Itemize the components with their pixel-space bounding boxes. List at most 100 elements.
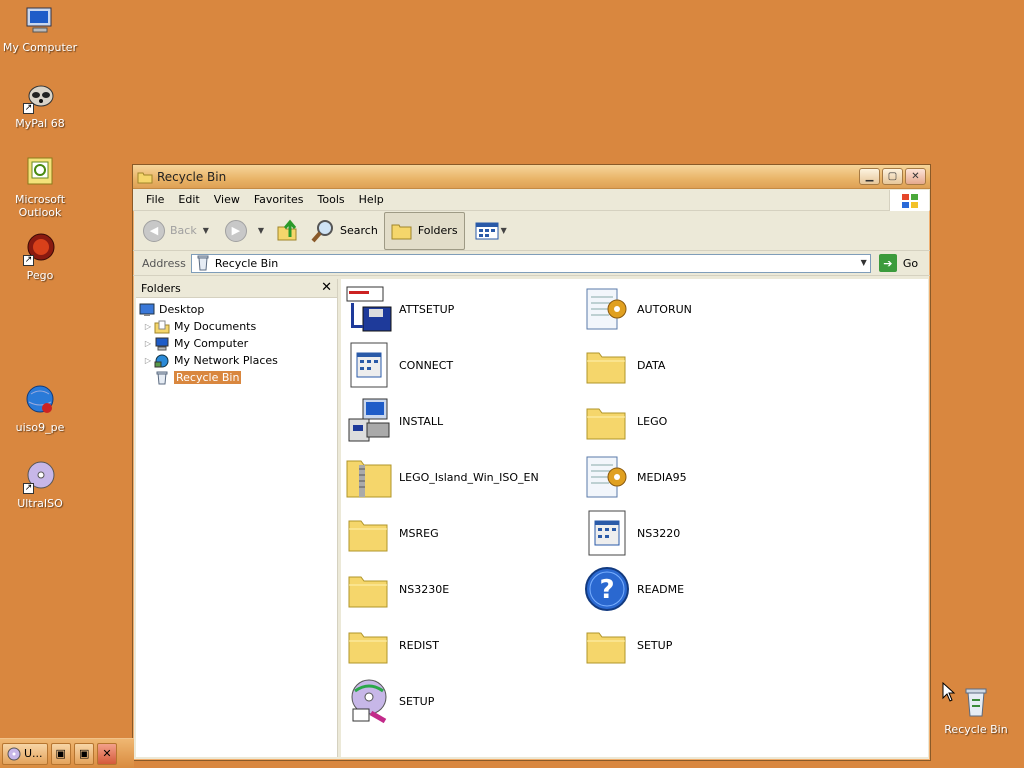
search-button[interactable]: Search xyxy=(310,218,378,244)
chevron-down-icon[interactable]: ▼ xyxy=(203,226,209,235)
close-icon: ✕ xyxy=(911,171,920,182)
shortcut-arrow-icon: ↗ xyxy=(23,103,34,114)
file-item-readme[interactable]: ? README xyxy=(583,563,813,615)
file-name: SETUP xyxy=(637,638,673,652)
my-documents-icon xyxy=(154,320,170,333)
svg-text:?: ? xyxy=(599,575,614,605)
window-title: Recycle Bin xyxy=(157,169,227,184)
file-item-setup-folder[interactable]: SETUP xyxy=(583,619,813,671)
file-item-connect[interactable]: CONNECT xyxy=(345,339,575,391)
desktop-icon-outlook[interactable]: Microsoft Outlook xyxy=(0,156,80,219)
desktop-icon-pego[interactable]: ↗ Pego xyxy=(0,232,80,282)
file-name: NS3220 xyxy=(637,526,681,540)
desktop-icon-ultraiso[interactable]: ↗ UltraISO xyxy=(0,460,80,510)
globe-icon xyxy=(23,384,57,418)
file-name: ATTSETUP xyxy=(399,302,455,316)
go-button[interactable]: ➔ Go xyxy=(878,254,919,272)
views-button[interactable]: ▼ xyxy=(475,221,507,241)
file-item-attsetup[interactable]: ATTSETUP xyxy=(345,283,575,335)
menu-file[interactable]: File xyxy=(139,191,171,208)
taskbar-app-label: U... xyxy=(24,747,43,760)
network-places-icon xyxy=(154,354,169,367)
expand-icon[interactable]: ▷ xyxy=(142,356,154,365)
desktop-icon-mypal[interactable]: ↗ MyPal 68 xyxy=(0,80,80,130)
taskbar-close-button[interactable]: ✕ xyxy=(97,742,117,765)
desktop-icon-label: uiso9_pe xyxy=(15,421,65,434)
taskbar-window-button[interactable]: ▣ xyxy=(50,742,71,765)
file-list: ATTSETUP AUTORUN CONNECT DATA INSTALL LE… xyxy=(341,279,928,757)
my-computer-icon xyxy=(23,4,57,38)
tree-item-my-documents[interactable]: ▷ My Documents xyxy=(136,318,337,335)
tree-item-label: Recycle Bin xyxy=(174,371,242,384)
expand-icon[interactable]: ▷ xyxy=(142,322,154,331)
expand-icon[interactable]: ▷ xyxy=(142,339,154,348)
tree-item-my-computer[interactable]: ▷ My Computer xyxy=(136,335,337,352)
tree-item-recycle-bin[interactable]: Recycle Bin xyxy=(136,369,337,386)
desktop-icon-label: My Computer xyxy=(2,41,78,54)
folders-pane: Folders ✕ Desktop ▷ My Documents ▷ My Co… xyxy=(136,279,338,757)
tree-item-desktop[interactable]: Desktop xyxy=(136,301,337,318)
folder-icon xyxy=(348,520,388,552)
menu-help[interactable]: Help xyxy=(352,191,391,208)
desktop-icon-label: Microsoft Outlook xyxy=(14,193,66,219)
file-item-install[interactable]: INSTALL xyxy=(345,395,575,447)
menu-tools[interactable]: Tools xyxy=(311,191,352,208)
tree-item-network-places[interactable]: ▷ My Network Places xyxy=(136,352,337,369)
close-icon[interactable]: ✕ xyxy=(321,280,332,295)
menu-view[interactable]: View xyxy=(207,191,247,208)
menu-edit[interactable]: Edit xyxy=(171,191,206,208)
file-item-msreg[interactable]: MSREG xyxy=(345,507,575,559)
explorer-window: Recycle Bin ▁ ▢ ✕ File Edit View Favorit… xyxy=(132,164,931,761)
app-window-icon xyxy=(350,342,388,388)
desktop-icon-label: Pego xyxy=(26,269,54,282)
up-folder-button[interactable] xyxy=(276,219,300,243)
recycle-bin-icon xyxy=(197,255,209,271)
address-input[interactable]: Recycle Bin ▼ xyxy=(190,253,871,273)
desktop-icon-my-computer[interactable]: My Computer xyxy=(0,4,80,54)
chevron-down-icon[interactable]: ▼ xyxy=(861,258,867,267)
file-name: README xyxy=(637,582,685,596)
installer-icon xyxy=(348,398,390,442)
go-label: Go xyxy=(902,256,919,270)
title-bar[interactable]: Recycle Bin ▁ ▢ ✕ xyxy=(133,165,930,189)
file-item-setup-exe[interactable]: SETUP xyxy=(345,675,575,727)
file-name: MEDIA95 xyxy=(637,470,687,484)
file-item-lego-island-iso[interactable]: LEGO_Island_Win_ISO_EN xyxy=(345,451,575,503)
minimize-button[interactable]: ▁ xyxy=(859,168,880,185)
desktop-icon-uiso9[interactable]: uiso9_pe xyxy=(0,384,80,434)
file-item-ns3220[interactable]: NS3220 xyxy=(583,507,813,559)
back-arrow-icon: ◀ xyxy=(143,219,165,242)
back-button[interactable]: ◀ Back ▼ xyxy=(143,219,209,242)
file-item-redist[interactable]: REDIST xyxy=(345,619,575,671)
back-label: Back xyxy=(170,224,197,237)
mouse-cursor-icon xyxy=(942,682,956,702)
menu-favorites[interactable]: Favorites xyxy=(247,191,311,208)
desktop-icon-label: MyPal 68 xyxy=(15,117,65,130)
folder-icon xyxy=(586,352,626,384)
recycle-bin-icon xyxy=(156,371,168,384)
file-item-lego[interactable]: LEGO xyxy=(583,395,813,447)
maximize-button[interactable]: ▢ xyxy=(882,168,903,185)
file-item-data[interactable]: DATA xyxy=(583,339,813,391)
file-item-ns3230e[interactable]: NS3230E xyxy=(345,563,575,615)
outlook-icon xyxy=(23,156,57,190)
taskbar-app-button[interactable]: U... xyxy=(2,742,48,765)
address-bar: Address Recycle Bin ▼ ➔ Go xyxy=(133,251,930,276)
file-item-media95[interactable]: MEDIA95 xyxy=(583,451,813,503)
my-computer-icon xyxy=(155,337,169,350)
close-button[interactable]: ✕ xyxy=(905,168,926,185)
recycle-bin-icon xyxy=(959,686,993,720)
taskbar-window-button[interactable]: ▣ xyxy=(73,742,95,765)
views-icon xyxy=(475,222,499,239)
forward-button[interactable]: ▶ ▼ xyxy=(224,219,264,242)
file-name: DATA xyxy=(637,358,666,372)
chevron-down-icon[interactable]: ▼ xyxy=(258,226,264,235)
folders-button[interactable]: Folders xyxy=(383,211,465,250)
file-name: AUTORUN xyxy=(637,302,692,316)
file-item-autorun[interactable]: AUTORUN xyxy=(583,283,813,335)
file-name: INSTALL xyxy=(399,414,444,428)
tree-item-label: My Network Places xyxy=(174,354,278,367)
search-icon xyxy=(311,219,334,242)
shortcut-arrow-icon: ↗ xyxy=(23,255,34,266)
folder-icon xyxy=(348,632,388,664)
